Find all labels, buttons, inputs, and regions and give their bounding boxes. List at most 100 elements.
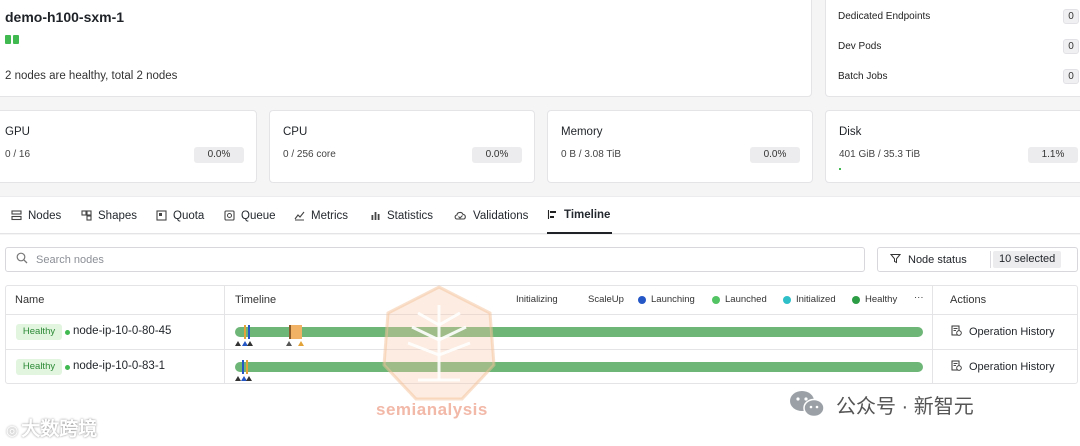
resource-percent: 0.0%	[472, 147, 522, 163]
resource-title: CPU	[283, 126, 308, 138]
table-row[interactable]: Healthy node-ip-10-0-80-45 Operation His…	[6, 315, 1077, 349]
statistics-icon	[370, 210, 381, 221]
cluster-tabs: Nodes Shapes Quota Queue Metrics Statist…	[0, 196, 1080, 234]
tab-queue[interactable]: Queue	[224, 197, 276, 234]
semianalysis-logo-watermark	[382, 285, 496, 401]
tab-validations[interactable]: Validations	[454, 197, 528, 234]
operation-history-button[interactable]: Operation History	[951, 325, 1055, 339]
legend-label: ScaleUp	[588, 294, 624, 305]
timeline-marker	[246, 360, 248, 374]
legend-launching: Launching	[638, 294, 695, 305]
timeline-marker	[248, 325, 250, 339]
status-badge: Healthy	[16, 324, 62, 340]
header-actions: Actions	[950, 294, 987, 306]
resource-card-disk: Disk 401 GiB / 35.3 TiB 1.1%	[825, 110, 1080, 183]
legend-label: Healthy	[865, 294, 898, 305]
table-row[interactable]: Healthy node-ip-10-0-83-1 Operation Hist…	[6, 350, 1077, 384]
status-dot	[65, 365, 70, 370]
node-indicator	[13, 35, 19, 44]
counter-value: 0	[1063, 68, 1079, 84]
dashuju-text: 大数跨境	[21, 419, 98, 440]
semianalysis-watermark: semianalysis	[376, 400, 488, 419]
operation-history-button[interactable]: Operation History	[951, 360, 1055, 374]
cluster-card: demo-h100-sxm-1 2 nodes are healthy, tot…	[0, 0, 812, 97]
tab-label: Metrics	[311, 209, 349, 222]
legend-initializing: Initializing	[516, 294, 558, 305]
resource-card-cpu: CPU 0 / 256 core 0.0%	[269, 110, 535, 183]
header-name[interactable]: Name	[15, 286, 44, 314]
counter-value: 0	[1063, 8, 1079, 24]
legend-launched: Launched	[712, 294, 767, 305]
shapes-icon	[81, 210, 92, 221]
counter-label: Dev Pods	[838, 40, 882, 52]
legend-dot	[852, 295, 860, 304]
node-status-label-wrap[interactable]: Node status	[878, 253, 990, 267]
timeline-icon	[547, 209, 558, 220]
tab-label: Statistics	[387, 209, 434, 222]
resource-percent: 0.0%	[194, 147, 244, 163]
health-summary: 2 nodes are healthy, total 2 nodes	[5, 70, 178, 82]
tab-label: Timeline	[564, 208, 611, 221]
legend-dot	[712, 295, 720, 304]
timeline-bar	[235, 327, 923, 337]
counter-dev-pods[interactable]: Dev Pods 0	[838, 37, 1079, 55]
legend-label: Launched	[725, 294, 767, 305]
dashuju-logo-icon: ◎	[6, 422, 19, 438]
node-name[interactable]: node-ip-10-0-80-45	[73, 325, 171, 337]
timeline-event-arrow	[235, 341, 241, 346]
timeline-marker	[242, 360, 244, 374]
node-indicator	[5, 35, 11, 44]
legend-scaleup: ScaleUp	[588, 294, 624, 305]
wechat-icon	[790, 391, 825, 418]
nodes-timeline-table: Name Timeline Actions Initializing Scale…	[5, 285, 1078, 384]
tab-nodes[interactable]: Nodes	[11, 197, 61, 234]
filter-divider	[990, 251, 991, 268]
resource-used: 0 / 16	[5, 149, 31, 160]
legend-label: Initializing	[516, 294, 558, 305]
tab-label: Shapes	[98, 209, 138, 222]
history-icon	[951, 360, 962, 374]
resource-title: Disk	[839, 126, 862, 138]
dashuju-watermark: ◎ 大数跨境	[6, 414, 97, 441]
tab-quota[interactable]: Quota	[156, 197, 204, 234]
counter-dedicated-endpoints[interactable]: Dedicated Endpoints 0	[838, 7, 1079, 25]
tab-shapes[interactable]: Shapes	[81, 197, 137, 234]
resource-percent: 1.1%	[1028, 147, 1078, 163]
tab-label: Queue	[241, 209, 276, 222]
disk-usage-bar	[839, 168, 841, 170]
counter-value: 0	[1063, 38, 1079, 54]
timeline-event-arrow	[286, 341, 292, 346]
resource-card-memory: Memory 0 B / 3.08 TiB 0.0%	[547, 110, 813, 183]
selected-count[interactable]: 10 selected	[993, 251, 1062, 268]
tab-statistics[interactable]: Statistics	[370, 197, 433, 234]
status-dot	[65, 330, 70, 335]
metrics-icon	[294, 210, 305, 221]
node-name[interactable]: node-ip-10-0-83-1	[73, 360, 165, 372]
search-icon	[16, 252, 28, 267]
history-icon	[951, 325, 962, 339]
tab-metrics[interactable]: Metrics	[294, 197, 348, 234]
queue-icon	[224, 210, 235, 221]
workload-counters: Dedicated Endpoints 0 Dev Pods 0 Batch J…	[825, 0, 1080, 97]
legend-initialized: Initialized	[783, 294, 836, 305]
cluster-name[interactable]: demo-h100-sxm-1	[5, 9, 124, 25]
action-label: Operation History	[969, 326, 1055, 338]
search-input[interactable]: Search nodes	[36, 254, 104, 266]
legend-dot	[638, 295, 646, 304]
timeline-marker	[289, 325, 291, 339]
legend-label: Launching	[651, 294, 695, 305]
legend-more-icon[interactable]: ···	[914, 292, 924, 303]
node-status-filter[interactable]: Node status 10 selected	[877, 247, 1078, 272]
resource-used: 401 GiB / 35.3 TiB	[839, 149, 921, 160]
counter-batch-jobs[interactable]: Batch Jobs 0	[838, 67, 1079, 85]
tab-label: Quota	[173, 209, 205, 222]
header-timeline: Timeline	[235, 294, 277, 306]
filter-icon	[889, 253, 902, 267]
resource-used: 0 / 256 core	[283, 149, 336, 160]
node-status-label: Node status	[908, 253, 967, 266]
xinzhiyuan-text: 公众号 · 新智元	[836, 395, 974, 418]
search-nodes[interactable]: Search nodes	[5, 247, 865, 272]
timeline-marker	[244, 325, 246, 339]
validations-icon	[454, 210, 467, 221]
tab-timeline[interactable]: Timeline	[547, 197, 613, 234]
